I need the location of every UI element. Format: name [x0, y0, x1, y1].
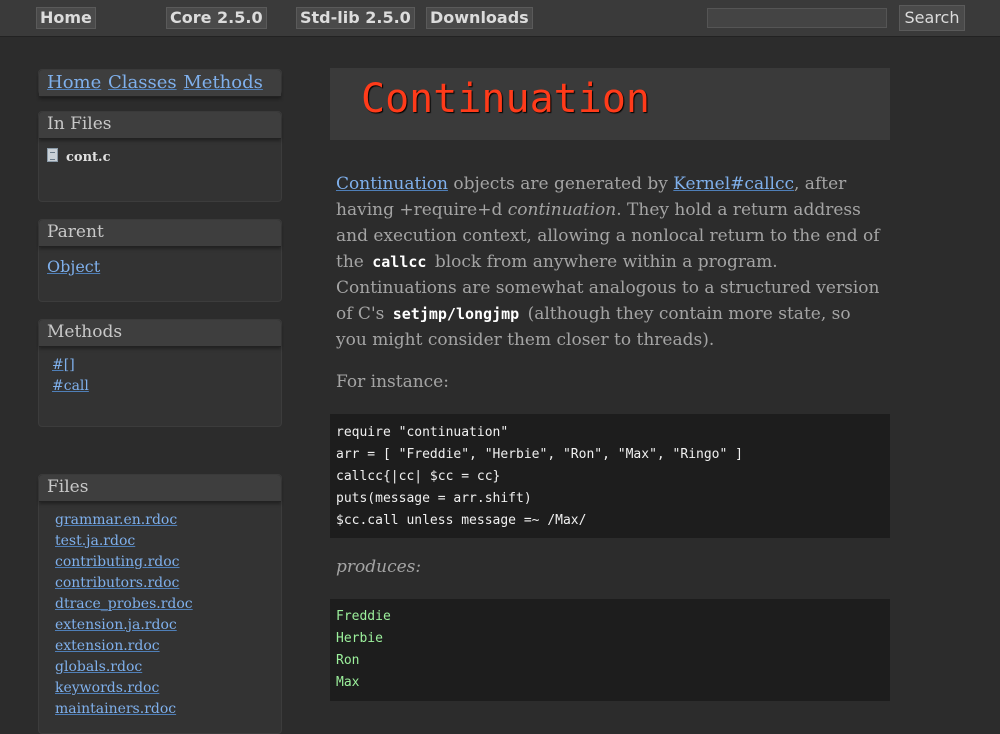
file-link[interactable]: contributing.rdoc [55, 554, 180, 570]
code-line: puts(message = arr.shift) [336, 491, 532, 506]
nav-stdlib-button[interactable]: Std-lib 2.5.0 [296, 7, 415, 29]
file-link[interactable]: grammar.en.rdoc [55, 512, 177, 528]
callcc-code: callcc [372, 253, 427, 271]
in-files-heading: In Files [39, 112, 281, 139]
output-line: Ron [336, 653, 360, 668]
methods-list: #[] #call [52, 355, 89, 397]
file-link[interactable]: extension.rdoc [55, 638, 160, 654]
sidebar-home-link[interactable]: Home [47, 72, 101, 93]
code-line: require "continuation" [336, 425, 509, 440]
page-title: Continuation [361, 76, 650, 122]
output-line: Freddie [336, 609, 391, 624]
files-heading: Files [39, 475, 281, 502]
file-link[interactable]: extension.ja.rdoc [55, 617, 177, 633]
search-button[interactable]: Search [899, 5, 965, 31]
methods-section: Methods #[] #call [38, 319, 282, 427]
code-line: callcc{|cc| $cc = cc} [336, 469, 501, 484]
file-link[interactable]: dtrace_probes.rdoc [55, 596, 193, 612]
files-section: Files grammar.en.rdoc test.ja.rdoc contr… [38, 474, 282, 734]
output-line: Max [336, 675, 360, 690]
file-link[interactable]: test.ja.rdoc [55, 533, 135, 549]
code-line: $cc.call unless message =~ /Max/ [336, 513, 587, 528]
sidebar-nav-links: Home Classes Methods [38, 69, 282, 97]
method-link-call[interactable]: #call [52, 378, 89, 394]
kernel-callcc-link[interactable]: Kernel#callcc [673, 174, 794, 194]
file-link[interactable]: keywords.rdoc [55, 680, 159, 696]
output-example: Freddie Herbie Ron Max [330, 599, 890, 701]
top-navigation-bar: Home Core 2.5.0 Std-lib 2.5.0 Downloads … [0, 0, 1000, 37]
methods-heading: Methods [39, 320, 281, 347]
for-instance-text: For instance: [336, 372, 449, 392]
file-cont-c[interactable]: cont.c [47, 148, 110, 165]
desc-emphasis: continuation [507, 200, 617, 220]
in-files-section: In Files cont.c [38, 111, 282, 202]
sidebar-classes-link[interactable]: Classes [108, 72, 177, 93]
search-input[interactable] [707, 8, 887, 28]
parent-object-link[interactable]: Object [47, 257, 100, 276]
code-example: require "continuation" arr = [ "Freddie",… [330, 414, 890, 538]
output-line: Herbie [336, 631, 383, 646]
nav-home-button[interactable]: Home [36, 7, 96, 29]
parent-heading: Parent [39, 220, 281, 247]
page-title-box: Continuation [330, 68, 890, 140]
file-name: cont.c [66, 150, 111, 165]
desc-text-1: objects are generated by [447, 174, 674, 194]
file-link[interactable]: globals.rdoc [55, 659, 142, 675]
class-description: Continuation objects are generated by Ke… [336, 171, 886, 353]
nav-downloads-button[interactable]: Downloads [426, 7, 533, 29]
continuation-link[interactable]: Continuation [336, 174, 448, 194]
sidebar-methods-link[interactable]: Methods [183, 72, 263, 93]
nav-core-button[interactable]: Core 2.5.0 [166, 7, 267, 29]
setjmp-code: setjmp/longjmp [392, 305, 520, 323]
file-link[interactable]: maintainers.rdoc [55, 701, 176, 717]
files-list: grammar.en.rdoc test.ja.rdoc contributin… [55, 510, 193, 720]
sidebar-nav-links-header: Home Classes Methods [39, 70, 281, 97]
method-link-brackets[interactable]: #[] [52, 357, 75, 373]
code-line: arr = [ "Freddie", "Herbie", "Ron", "Max… [336, 447, 743, 462]
file-icon [47, 148, 58, 162]
file-link[interactable]: contributors.rdoc [55, 575, 179, 591]
parent-section: Parent Object [38, 219, 282, 302]
produces-text: produces: [336, 557, 422, 577]
